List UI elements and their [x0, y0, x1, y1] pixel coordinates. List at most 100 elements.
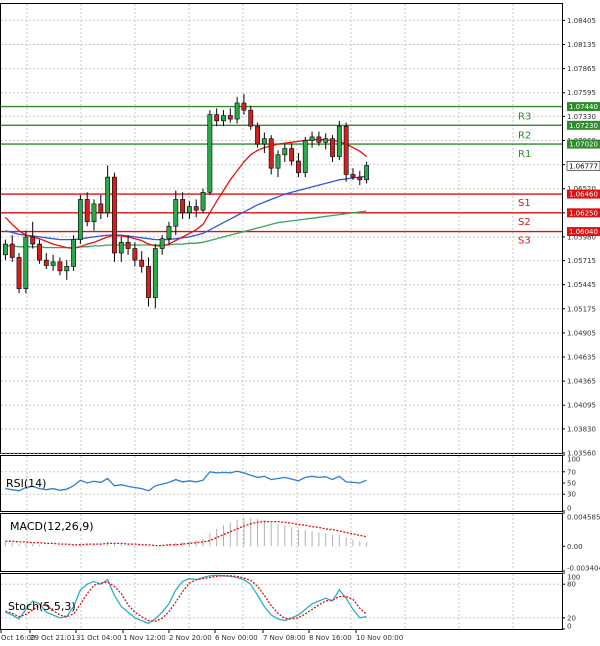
candle-body-down — [43, 259, 49, 266]
price-tick-label: 1.04365 — [567, 378, 596, 386]
price-tick-label: 1.03830 — [567, 425, 596, 433]
level-label-s1: S1 — [518, 198, 531, 209]
candle-body-up — [200, 191, 206, 211]
candle-body-up — [166, 225, 172, 240]
candle-body-down — [248, 109, 254, 127]
macd-title: MACD(12,26,9) — [10, 520, 94, 533]
candle-body-up — [302, 140, 308, 173]
candle-body-down — [37, 243, 42, 261]
indicator-tick-label: 50 — [567, 480, 576, 488]
candle — [16, 253, 22, 294]
candle-body-up — [152, 248, 158, 298]
candle — [112, 172, 117, 262]
candle-body-up — [50, 261, 56, 266]
candle-body-up — [186, 206, 192, 214]
candle-body-up — [23, 236, 29, 290]
rsi-title: RSI(14) — [6, 477, 46, 490]
time-tick-label: 7 Nov 08:00 — [263, 634, 306, 642]
candle-body-down — [241, 102, 247, 111]
candle — [343, 122, 349, 182]
candle-body-down — [193, 206, 199, 211]
candle-body-up — [118, 241, 124, 254]
price-tick-label: 1.05715 — [567, 257, 596, 265]
candle-body-down — [296, 160, 301, 173]
candle-body-down — [125, 241, 131, 249]
stoch-axis: 10080200 — [562, 572, 580, 631]
candle-body-up — [159, 238, 165, 249]
time-tick-label: 31 Oct 04:00 — [76, 634, 122, 642]
candle-body-down — [180, 199, 186, 214]
candle-body-down — [9, 243, 15, 258]
price-axis: 1.08405 1.08135 1.07865 1.07595 1.07330 1.070… — [562, 17, 596, 458]
candle-body-down — [98, 203, 104, 214]
indicator-tick-label: 0 — [567, 623, 571, 631]
candle-body-down — [357, 176, 363, 181]
candle-body-up — [323, 138, 329, 143]
price-tick-label: 1.04905 — [567, 329, 596, 337]
indicator-tick-label: 0 — [567, 505, 571, 513]
indicator-tick-label: 0.004585 — [567, 514, 600, 522]
price-tick-label: 1.04635 — [567, 354, 596, 362]
main-panel-frame — [0, 3, 563, 454]
indicator-tick-label: 20 — [567, 614, 576, 622]
time-tick-label: 6 Nov 00:00 — [215, 634, 258, 642]
trading-chart: R3 R2 R1 S1 S2 S3 1.08405 1.08135 1.07865 1.0759… — [0, 3, 600, 642]
candle-body-down — [255, 125, 260, 145]
price-tick-label: 1.07865 — [567, 65, 596, 73]
candle — [302, 136, 308, 178]
candle-body-down — [214, 114, 220, 122]
candle-body-down — [268, 138, 274, 169]
price-tick-label: 1.08405 — [567, 17, 596, 25]
candle-body-up — [91, 203, 97, 223]
candle-body-up — [336, 125, 342, 157]
rsi-axis: 100 70 50 30 0 — [562, 454, 580, 513]
level-label-r1: R1 — [518, 149, 531, 160]
candle-body-down — [30, 236, 36, 245]
candle-body-up — [105, 176, 111, 214]
price-tick-label: 1.07595 — [567, 89, 596, 97]
level-price-tag-label: 1.06040 — [569, 228, 598, 236]
candle-body-up — [221, 115, 226, 122]
current-price-label: 1.06777 — [569, 162, 598, 170]
time-tick-label: 10 Nov 00:00 — [356, 634, 403, 642]
level-price-tag-label: 1.07020 — [569, 141, 598, 149]
candle-body-down — [112, 176, 117, 254]
macd-axis: 0.004585 0.00 -0.003404 — [562, 512, 600, 573]
indicator-tick-label: -0.003404 — [567, 565, 600, 573]
stoch-panel-frame — [0, 573, 563, 630]
time-tick-label: 2 Nov 20:00 — [169, 634, 212, 642]
stoch-title: Stoch(5,5,3) — [8, 600, 76, 613]
candle-body-down — [57, 261, 63, 272]
level-price-tag-label: 1.06460 — [569, 191, 598, 199]
level-label-r2: R2 — [518, 130, 531, 141]
candle — [23, 230, 29, 294]
price-tick-label: 1.07330 — [567, 113, 596, 121]
level-label-s3: S3 — [518, 236, 531, 247]
candle-body-up — [71, 239, 76, 267]
candle-body-up — [173, 199, 179, 227]
candle-body-down — [343, 125, 349, 175]
time-axis: Oct 16:0029 Oct 21:01 31 Oct 04:00 1 Nov 1… — [0, 629, 403, 642]
level-label-r3: R3 — [518, 112, 531, 123]
indicator-tick-label: 30 — [567, 491, 576, 499]
candle-body-down — [16, 257, 22, 290]
price-tags: 1.07440 1.07230 1.07020 1.06460 1.06250 1.060… — [566, 102, 600, 237]
candle — [200, 188, 206, 213]
candle — [71, 235, 76, 271]
panel-frames — [0, 3, 563, 630]
indicator-tick-label: 0.00 — [567, 543, 583, 551]
candle-body-up — [309, 136, 315, 141]
candle-body-up — [2, 243, 8, 256]
candle-body-up — [77, 199, 83, 240]
indicator-tick-label: 100 — [567, 456, 580, 464]
candle — [336, 120, 342, 161]
candle — [207, 110, 213, 195]
price-tick-label: 1.05175 — [567, 305, 596, 313]
price-tick-label: 1.08135 — [567, 41, 596, 49]
candle-body-up — [261, 138, 267, 145]
candle — [255, 122, 260, 148]
candle-body-down — [289, 148, 295, 162]
price-tick-label: 1.05445 — [567, 281, 596, 289]
indicator-tick-label: 80 — [567, 581, 576, 589]
candle-body-up — [207, 114, 213, 193]
